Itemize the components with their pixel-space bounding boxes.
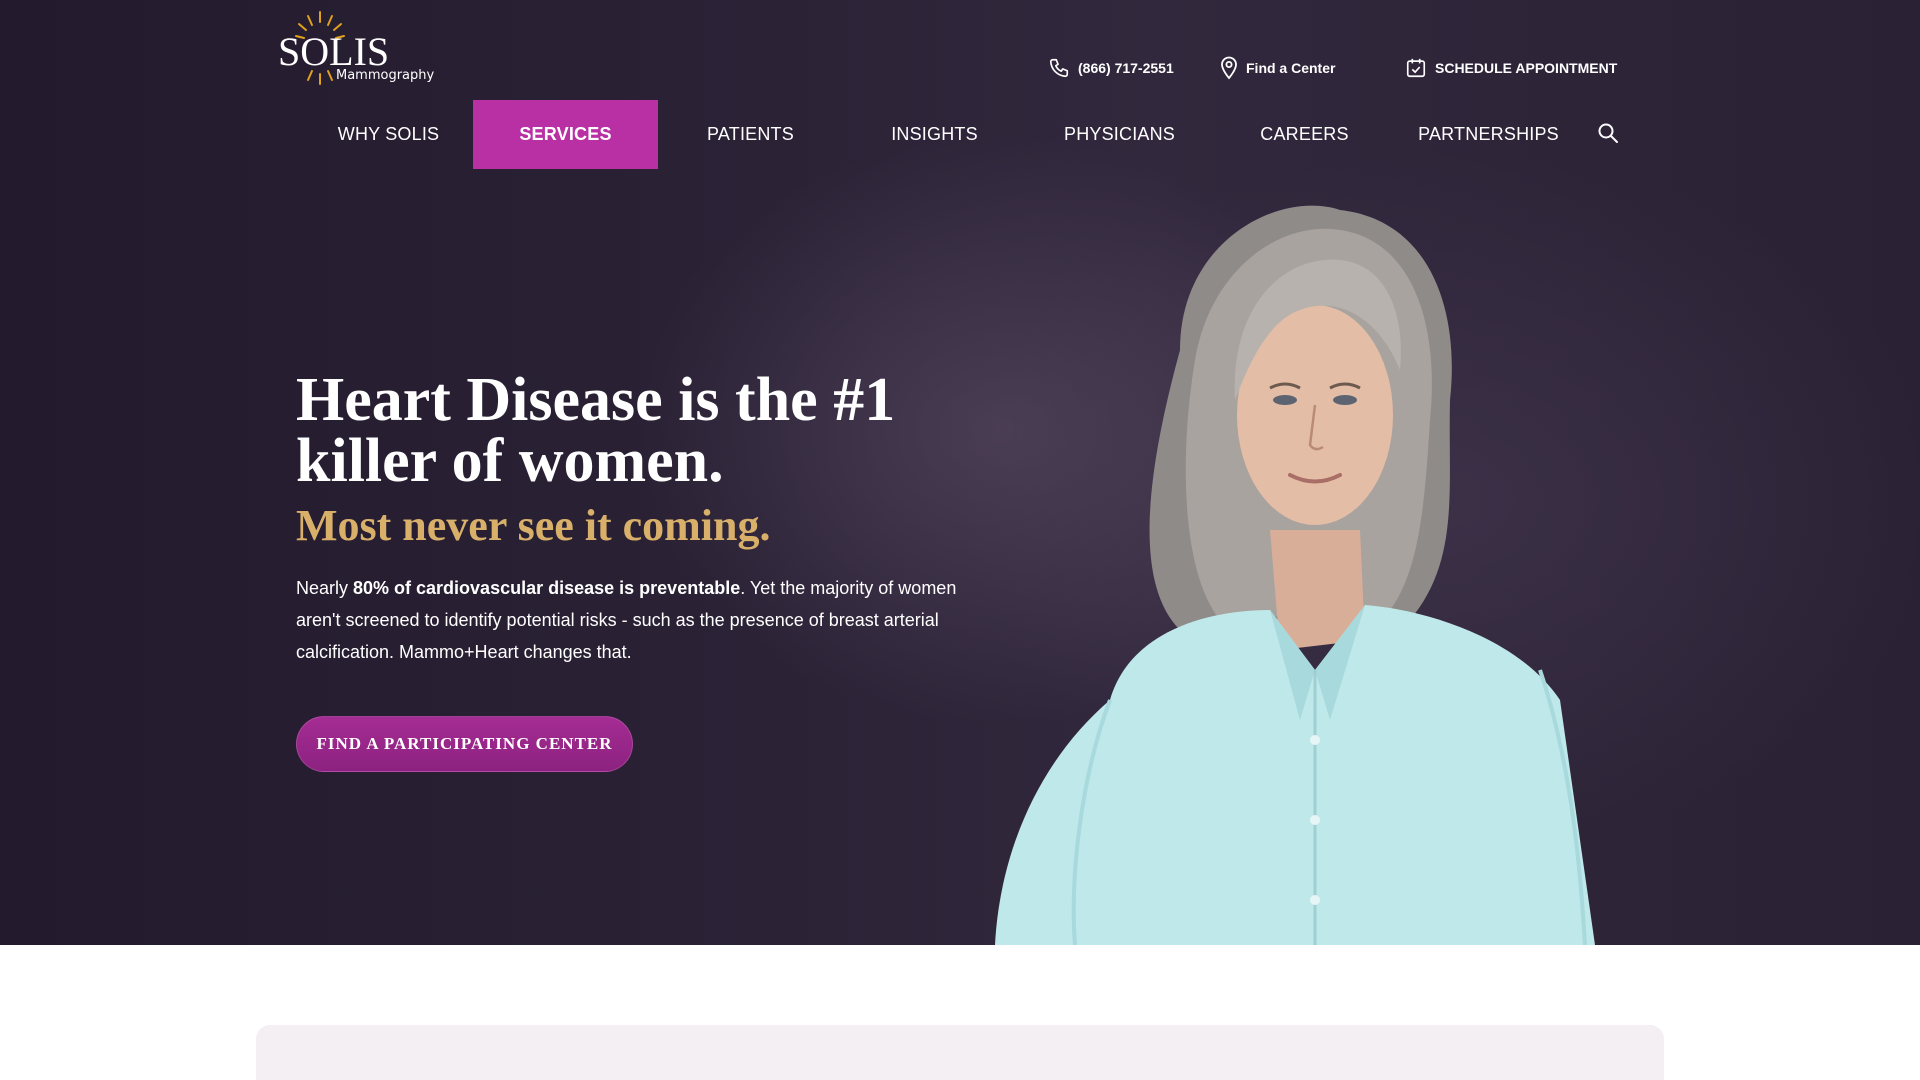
schedule-label: SCHEDULE APPOINTMENT xyxy=(1435,60,1618,76)
phone-icon xyxy=(1049,58,1069,78)
hero-subhead: Most never see it coming. xyxy=(296,501,771,550)
find-center-link[interactable]: Find a Center xyxy=(1220,55,1335,81)
calendar-check-icon xyxy=(1406,58,1426,78)
hero-body-stat: 80% of cardiovascular disease is prevent… xyxy=(353,578,741,598)
nav-patients[interactable]: PATIENTS xyxy=(658,100,843,169)
main-nav: WHY SOLIS SERVICES PATIENTS INSIGHTS PHY… xyxy=(296,100,1626,169)
hero-headline: Heart Disease is the #1 killer of women. xyxy=(296,366,896,495)
find-participating-center-button[interactable]: FIND A PARTICIPATING CENTER xyxy=(296,716,633,772)
hero-body: Nearly 80% of cardiovascular disease is … xyxy=(296,572,986,668)
phone-number: (866) 717-2551 xyxy=(1078,60,1174,76)
location-pin-icon xyxy=(1221,56,1237,80)
schedule-appointment-link[interactable]: SCHEDULE APPOINTMENT xyxy=(1405,55,1617,81)
nav-insights[interactable]: INSIGHTS xyxy=(842,100,1027,169)
nav-why-solis[interactable]: WHY SOLIS xyxy=(296,100,481,169)
woman-portrait-image xyxy=(995,205,1595,945)
hero-body-intro: Nearly xyxy=(296,578,354,598)
content-card xyxy=(256,1025,1664,1080)
nav-partnerships[interactable]: PARTNERSHIPS xyxy=(1396,100,1581,169)
solis-logo[interactable]: SOLIS Mammography xyxy=(278,10,448,86)
phone-link[interactable]: (866) 717-2551 xyxy=(1048,55,1174,81)
nav-physicians[interactable]: PHYSICIANS xyxy=(1027,100,1212,169)
hero-section: SOLIS Mammography (866) 717-2551 Find a … xyxy=(0,0,1920,945)
search-button[interactable] xyxy=(1596,121,1622,147)
nav-careers[interactable]: CAREERS xyxy=(1212,100,1397,169)
find-center-label: Find a Center xyxy=(1246,60,1336,76)
logo-subtitle: Mammography xyxy=(336,68,435,83)
search-icon xyxy=(1598,123,1618,143)
nav-services[interactable]: SERVICES xyxy=(473,100,658,169)
